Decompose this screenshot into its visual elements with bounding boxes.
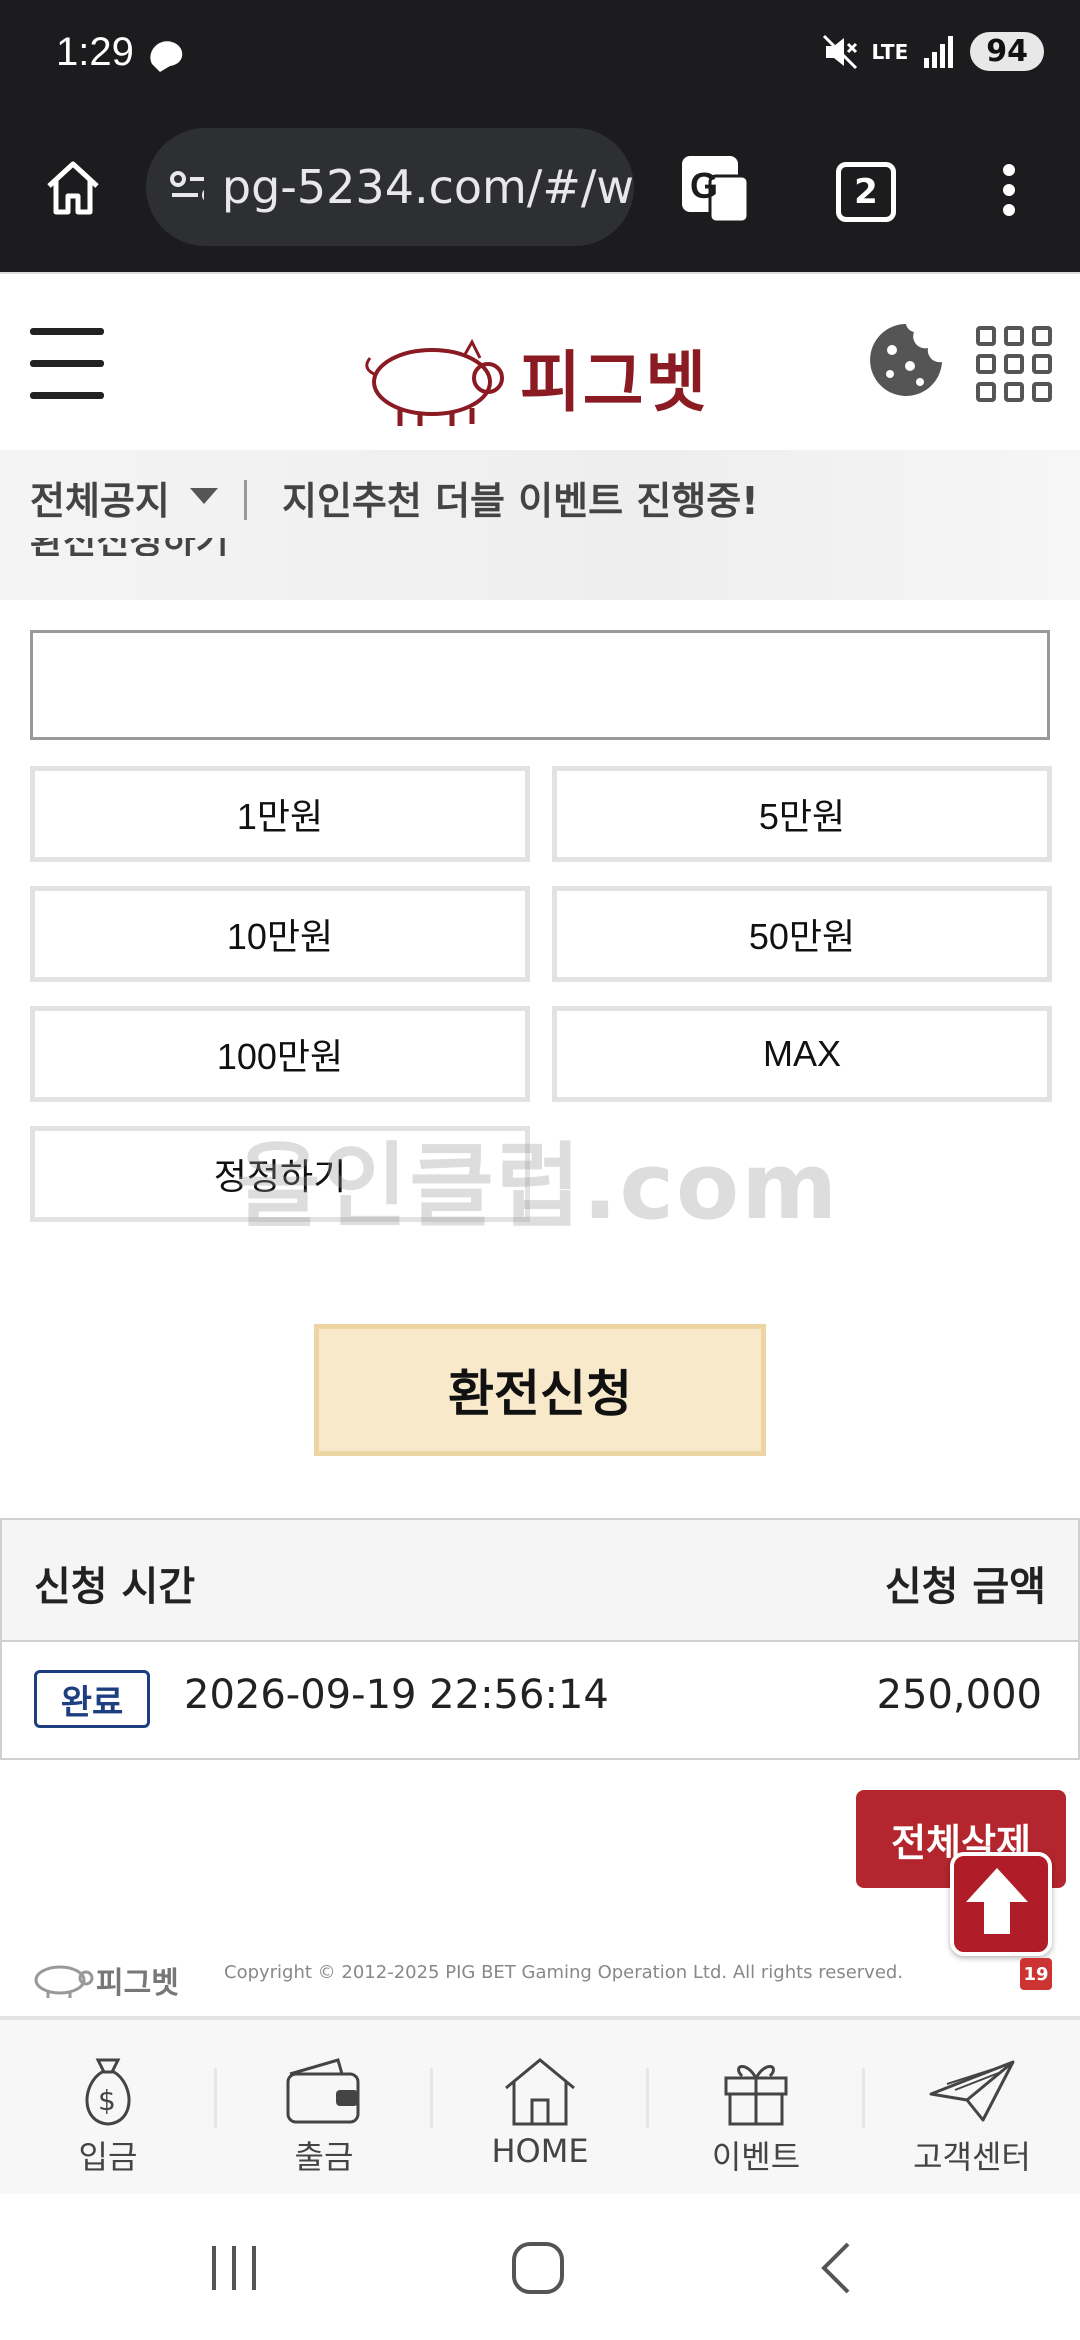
- recent-apps-icon[interactable]: [206, 2240, 262, 2296]
- age-restriction-badge: 19: [1020, 1958, 1052, 1990]
- home-button-icon[interactable]: [508, 2238, 568, 2298]
- amount-500k-button[interactable]: 50만원: [552, 886, 1052, 982]
- nav-deposit[interactable]: $ 입금: [0, 2020, 216, 2198]
- svg-text:$: $: [98, 2084, 116, 2117]
- chevron-down-icon[interactable]: [190, 488, 218, 504]
- amount-100k-button[interactable]: 10만원: [30, 886, 530, 982]
- amount-10k-button[interactable]: 1만원: [30, 766, 530, 862]
- status-badge: 완료: [34, 1670, 150, 1728]
- amount-1m-button[interactable]: 100만원: [30, 1006, 530, 1102]
- back-icon[interactable]: [816, 2240, 856, 2296]
- url-bar[interactable]: pg-5234.com/#/w: [146, 128, 634, 246]
- watermark: 올인클럽.com: [236, 1133, 840, 1240]
- house-icon: [505, 2058, 575, 2126]
- nav-customer-center[interactable]: 고객센터: [864, 2020, 1080, 2198]
- hamburger-menu-icon[interactable]: [30, 328, 104, 424]
- nav-events[interactable]: 이벤트: [648, 2020, 864, 2198]
- scroll-top-button[interactable]: [950, 1852, 1052, 1956]
- nav-label: 출금: [294, 2138, 354, 2176]
- pig-logo-icon: [34, 1965, 94, 1998]
- brand-name: 피그벳: [520, 344, 709, 421]
- row-time: 2026-09-19 22:56:14: [184, 1672, 609, 1718]
- messenger-icon: [150, 41, 183, 72]
- pig-logo-icon: [365, 338, 504, 426]
- notice-category[interactable]: 전체공지: [30, 470, 170, 525]
- footer-brand: 피그벳: [96, 1966, 179, 2001]
- col-request-time: 신청 시간: [34, 1564, 196, 1610]
- amount-max-button[interactable]: MAX: [552, 1006, 1052, 1102]
- notice-text[interactable]: 지인추천 더블 이벤트 진행중!: [282, 470, 759, 525]
- network-label: LTE: [871, 39, 909, 64]
- more-menu-icon[interactable]: [996, 160, 1022, 220]
- table-header: 신청 시간 신청 금액: [2, 1520, 1078, 1642]
- wallet-icon: [286, 2058, 360, 2124]
- row-amount: 250,000: [876, 1672, 1042, 1718]
- nav-home[interactable]: HOME: [432, 2020, 648, 2198]
- site-logo[interactable]: 피그벳: [360, 322, 708, 432]
- clipped-heading: 환전신청하기: [30, 538, 280, 556]
- history-table: 신청 시간 신청 금액 완료 2026-09-19 22:56:14 250,0…: [0, 1518, 1080, 1760]
- svg-text:G: G: [690, 165, 718, 206]
- nav-label: HOME: [491, 2132, 589, 2170]
- amount-50k-button[interactable]: 5만원: [552, 766, 1052, 862]
- footer-logo: 피그벳: [30, 1958, 179, 2002]
- gift-icon: [724, 2065, 788, 2126]
- signal-icon: [924, 35, 954, 68]
- site-header: 피그벳: [0, 272, 1080, 452]
- paper-plane-icon: [929, 2060, 1015, 2122]
- browser-toolbar: pg-5234.com/#/w G 2: [0, 110, 1080, 272]
- copyright-text: Copyright © 2012-2025 PIG BET Gaming Ope…: [224, 1962, 904, 1983]
- money-bag-icon: $: [85, 2058, 131, 2126]
- translate-icon[interactable]: G: [680, 154, 750, 224]
- col-request-amount: 신청 금액: [884, 1564, 1046, 1610]
- nav-withdraw[interactable]: 출금: [216, 2020, 432, 2198]
- status-icons: LTE 94: [822, 32, 1044, 71]
- amount-input[interactable]: [30, 630, 1050, 740]
- site-settings-icon[interactable]: [168, 167, 204, 207]
- battery-level: 94: [970, 32, 1044, 71]
- nav-label: 고객센터: [913, 2138, 1031, 2176]
- notice-bar[interactable]: 전체공지 지인추천 더블 이벤트 진행중! 환전신청하기: [0, 450, 1080, 600]
- arrow-up-icon: [966, 1868, 1028, 1934]
- apps-grid-icon[interactable]: [976, 326, 1052, 402]
- notice-divider: [244, 480, 247, 520]
- cookie-icon[interactable]: [866, 320, 946, 400]
- withdraw-request-button[interactable]: 환전신청: [314, 1324, 766, 1456]
- status-bar: 1:29 LTE 94: [0, 0, 1080, 110]
- mute-icon: [822, 34, 857, 69]
- nav-label: 이벤트: [711, 2138, 801, 2176]
- clock: 1:29: [56, 30, 134, 74]
- tab-switcher-button[interactable]: 2: [836, 162, 896, 222]
- nav-label: 입금: [78, 2138, 138, 2176]
- home-icon[interactable]: [44, 158, 102, 218]
- bottom-nav: $ 입금 출금 HOME 이벤트 고객센터: [0, 2016, 1080, 2198]
- system-nav-bar: [0, 2194, 1080, 2340]
- url-text: pg-5234.com/#/w: [221, 160, 634, 214]
